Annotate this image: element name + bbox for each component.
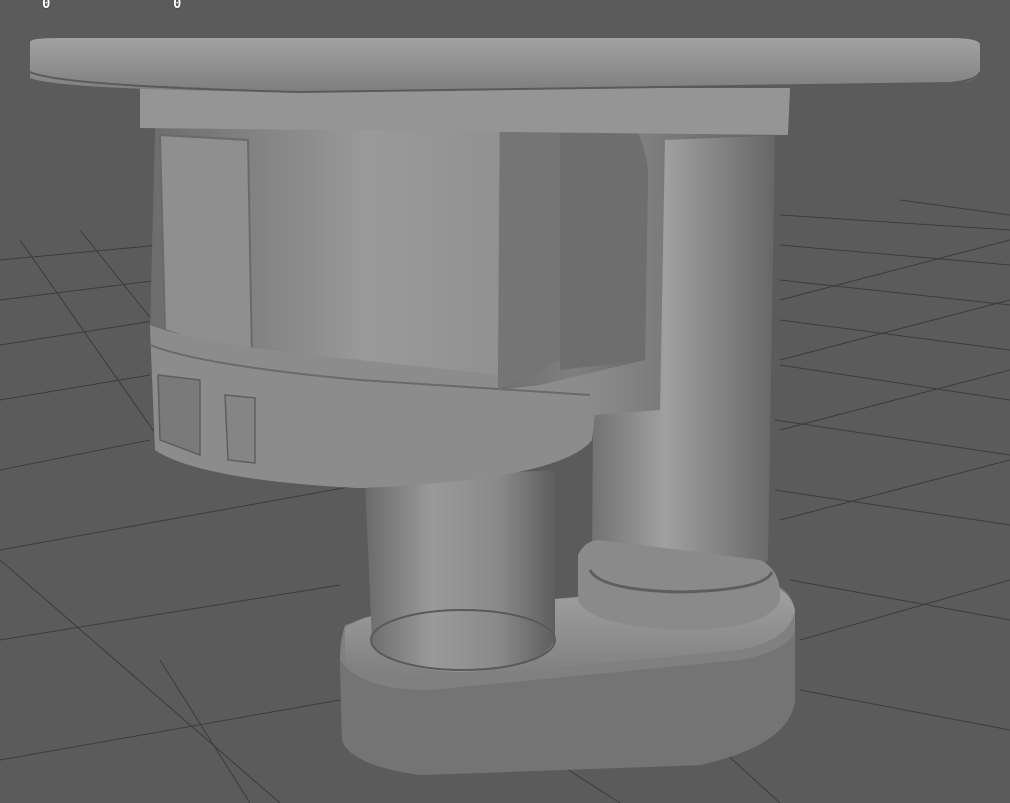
- hud-counter-b: 0: [173, 0, 182, 12]
- left-recess-panel: [158, 133, 254, 362]
- hud-counter-a: 0: [42, 0, 51, 12]
- 3d-viewport[interactable]: 0 0: [0, 0, 1010, 803]
- top-disk[interactable]: [29, 38, 981, 94]
- viewport-canvas[interactable]: [0, 0, 1010, 803]
- left-lower-cylinder[interactable]: [365, 470, 556, 672]
